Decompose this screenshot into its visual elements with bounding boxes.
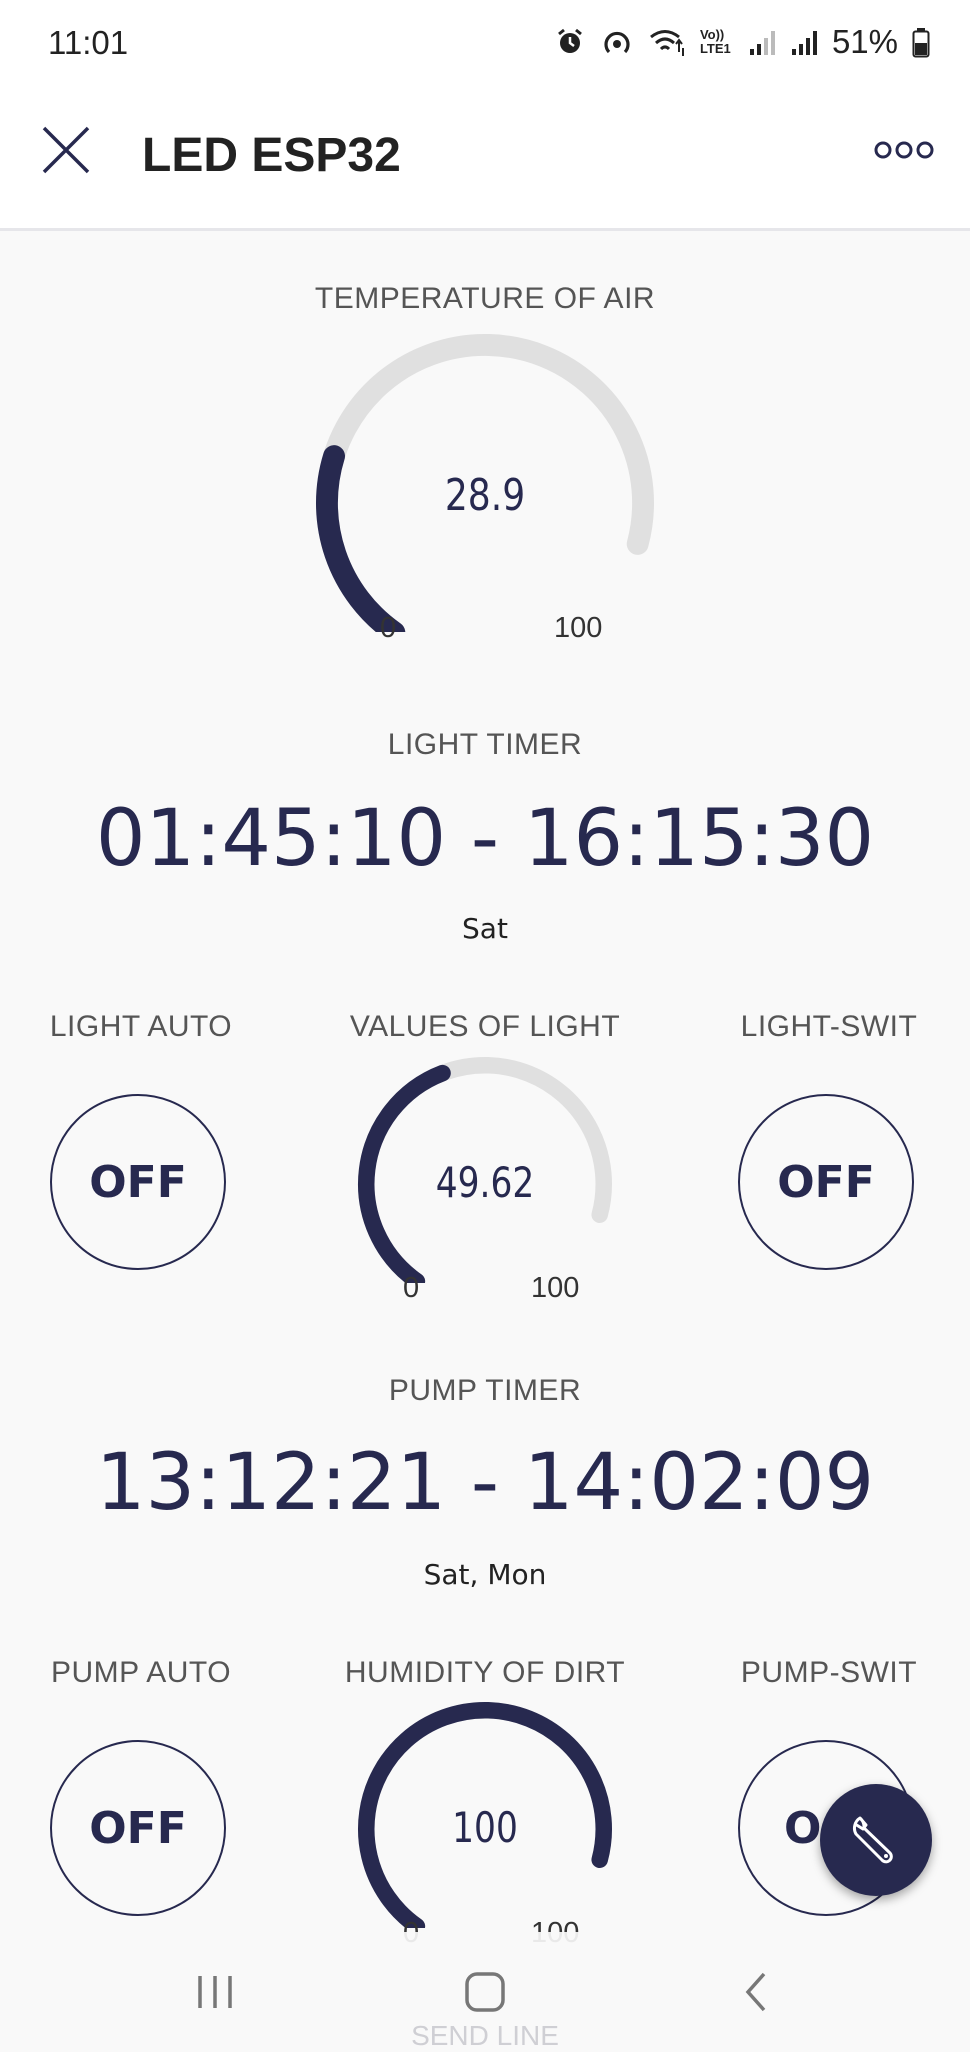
status-bar: 11:01 Vo)) LTE1 51%	[0, 0, 970, 90]
pump-timer-value[interactable]: 13:12:21 - 14:02:09	[0, 1438, 970, 1528]
light-max: 100	[531, 1272, 580, 1304]
temperature-min: 0	[380, 612, 397, 644]
send-line-label: SEND LINE	[411, 2020, 559, 2051]
light-auto-button[interactable]: OFF	[50, 1094, 226, 1270]
signal-icon	[791, 31, 817, 55]
more-icon[interactable]	[874, 140, 934, 160]
status-time: 11:01	[48, 24, 129, 61]
light-switch-state: OFF	[777, 1156, 875, 1208]
light-timer-value[interactable]: 01:45:10 - 16:15:30	[0, 794, 970, 884]
humidity-label: HUMIDITY OF DIRT	[344, 1656, 626, 1689]
alarm-icon	[558, 28, 582, 53]
status-icons: Vo)) LTE1 51%	[554, 22, 930, 62]
pump-switch-label: PUMP-SWIT	[740, 1656, 918, 1689]
signal-icon	[749, 31, 775, 55]
light-timer-label: LIGHT TIMER	[387, 728, 583, 761]
pump-switch-state: O	[784, 1802, 822, 1854]
wifi-icon	[650, 30, 684, 56]
temperature-value: 28.9	[444, 470, 526, 521]
light-value: 49.62	[435, 1158, 535, 1207]
temperature-max: 100	[554, 612, 603, 644]
battery-icon	[912, 28, 930, 58]
light-auto-label: LIGHT AUTO	[49, 1010, 233, 1043]
close-icon[interactable]	[40, 124, 92, 176]
volte-label: Vo)) LTE1	[699, 27, 731, 56]
pump-timer-label: PUMP TIMER	[388, 1374, 582, 1407]
recent-apps-icon[interactable]	[190, 1970, 240, 2014]
pump-timer-days: Sat, Mon	[423, 1558, 547, 1591]
settings-fab-button[interactable]	[820, 1784, 932, 1896]
app-header: LED ESP32	[0, 90, 970, 231]
battery-percent: 51%	[831, 23, 898, 60]
back-icon[interactable]	[732, 1970, 782, 2014]
light-min: 0	[403, 1272, 420, 1304]
page-title: LED ESP32	[142, 129, 401, 182]
home-icon[interactable]	[460, 1970, 510, 2014]
light-switch-label: LIGHT-SWIT	[740, 1010, 918, 1043]
light-switch-button[interactable]: OFF	[738, 1094, 914, 1270]
pump-auto-button[interactable]: OFF	[50, 1740, 226, 1916]
hotspot-icon	[604, 31, 630, 54]
pump-auto-label: PUMP AUTO	[50, 1656, 232, 1689]
temperature-label: TEMPERATURE OF AIR	[314, 282, 656, 315]
light-values-label: VALUES OF LIGHT	[349, 1010, 621, 1043]
wrench-icon	[852, 1816, 893, 1864]
humidity-value: 100	[452, 1803, 518, 1852]
light-timer-days: Sat	[462, 912, 508, 945]
gauge-fill	[316, 445, 406, 632]
volte-icon: Vo)) LTE1	[700, 28, 734, 56]
pump-auto-state: OFF	[89, 1802, 187, 1854]
light-auto-state: OFF	[89, 1156, 187, 1208]
